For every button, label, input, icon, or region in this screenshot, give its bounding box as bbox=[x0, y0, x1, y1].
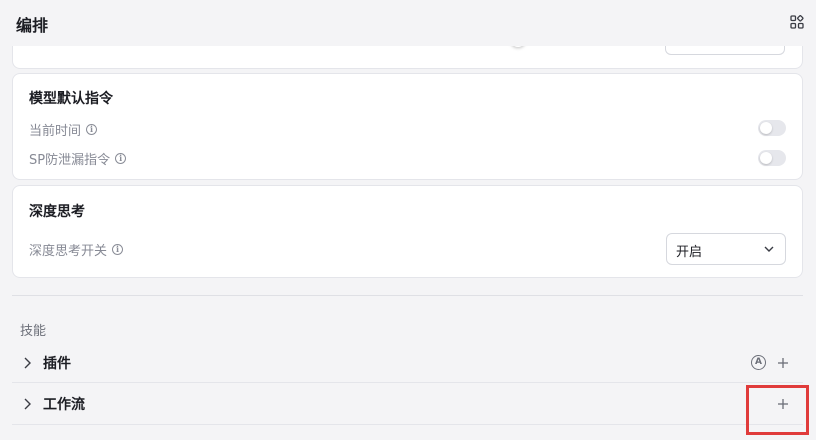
skills-section-label: 技能 bbox=[20, 324, 47, 339]
auto-mode-icon[interactable]: A bbox=[751, 355, 766, 370]
skill-label: 插件 bbox=[43, 356, 71, 372]
card-title: 深度思考 bbox=[29, 204, 85, 220]
select-value: 开启 bbox=[676, 245, 703, 260]
current-time-text: 当前时间 bbox=[29, 124, 82, 139]
toggle-knob bbox=[760, 152, 772, 164]
row-separator bbox=[12, 382, 803, 383]
info-icon[interactable]: i bbox=[115, 153, 127, 164]
info-icon[interactable]: i bbox=[112, 244, 124, 255]
section-divider bbox=[12, 295, 803, 296]
card-title: 模型默认指令 bbox=[29, 91, 113, 107]
current-time-toggle[interactable] bbox=[758, 120, 786, 136]
deep-thinking-switch-text: 深度思考开关 bbox=[29, 244, 108, 259]
deep-thinking-select[interactable]: 开启 bbox=[666, 233, 786, 265]
deep-thinking-card: 深度思考 深度思考开关 i 开启 bbox=[12, 185, 803, 278]
sp-leak-toggle[interactable] bbox=[758, 150, 786, 166]
grid-apps-icon[interactable] bbox=[790, 15, 804, 29]
skill-row-plugins[interactable]: 插件 A bbox=[12, 343, 803, 383]
skill-row-workflow[interactable]: 工作流 bbox=[12, 384, 803, 424]
model-instructions-card: 模型默认指令 当前时间 i SP防泄漏指令 i bbox=[12, 73, 803, 180]
skill-label: 工作流 bbox=[43, 397, 85, 413]
current-time-label: 当前时间 i bbox=[29, 120, 98, 139]
deep-thinking-switch-label: 深度思考开关 i bbox=[29, 240, 124, 259]
chevron-down-icon bbox=[764, 246, 774, 252]
sp-leak-text: SP防泄漏指令 bbox=[29, 153, 111, 168]
sp-leak-label: SP防泄漏指令 i bbox=[29, 149, 127, 168]
panel-header: 编排 bbox=[0, 0, 816, 46]
highlight-box bbox=[746, 385, 809, 435]
info-icon[interactable]: i bbox=[86, 124, 98, 135]
toggle-knob bbox=[760, 122, 772, 134]
row-separator bbox=[12, 424, 803, 425]
add-plugin-icon[interactable] bbox=[777, 357, 789, 369]
chevron-right-icon[interactable] bbox=[22, 398, 32, 410]
page-title: 编排 bbox=[16, 16, 49, 35]
chevron-right-icon[interactable] bbox=[22, 357, 32, 369]
